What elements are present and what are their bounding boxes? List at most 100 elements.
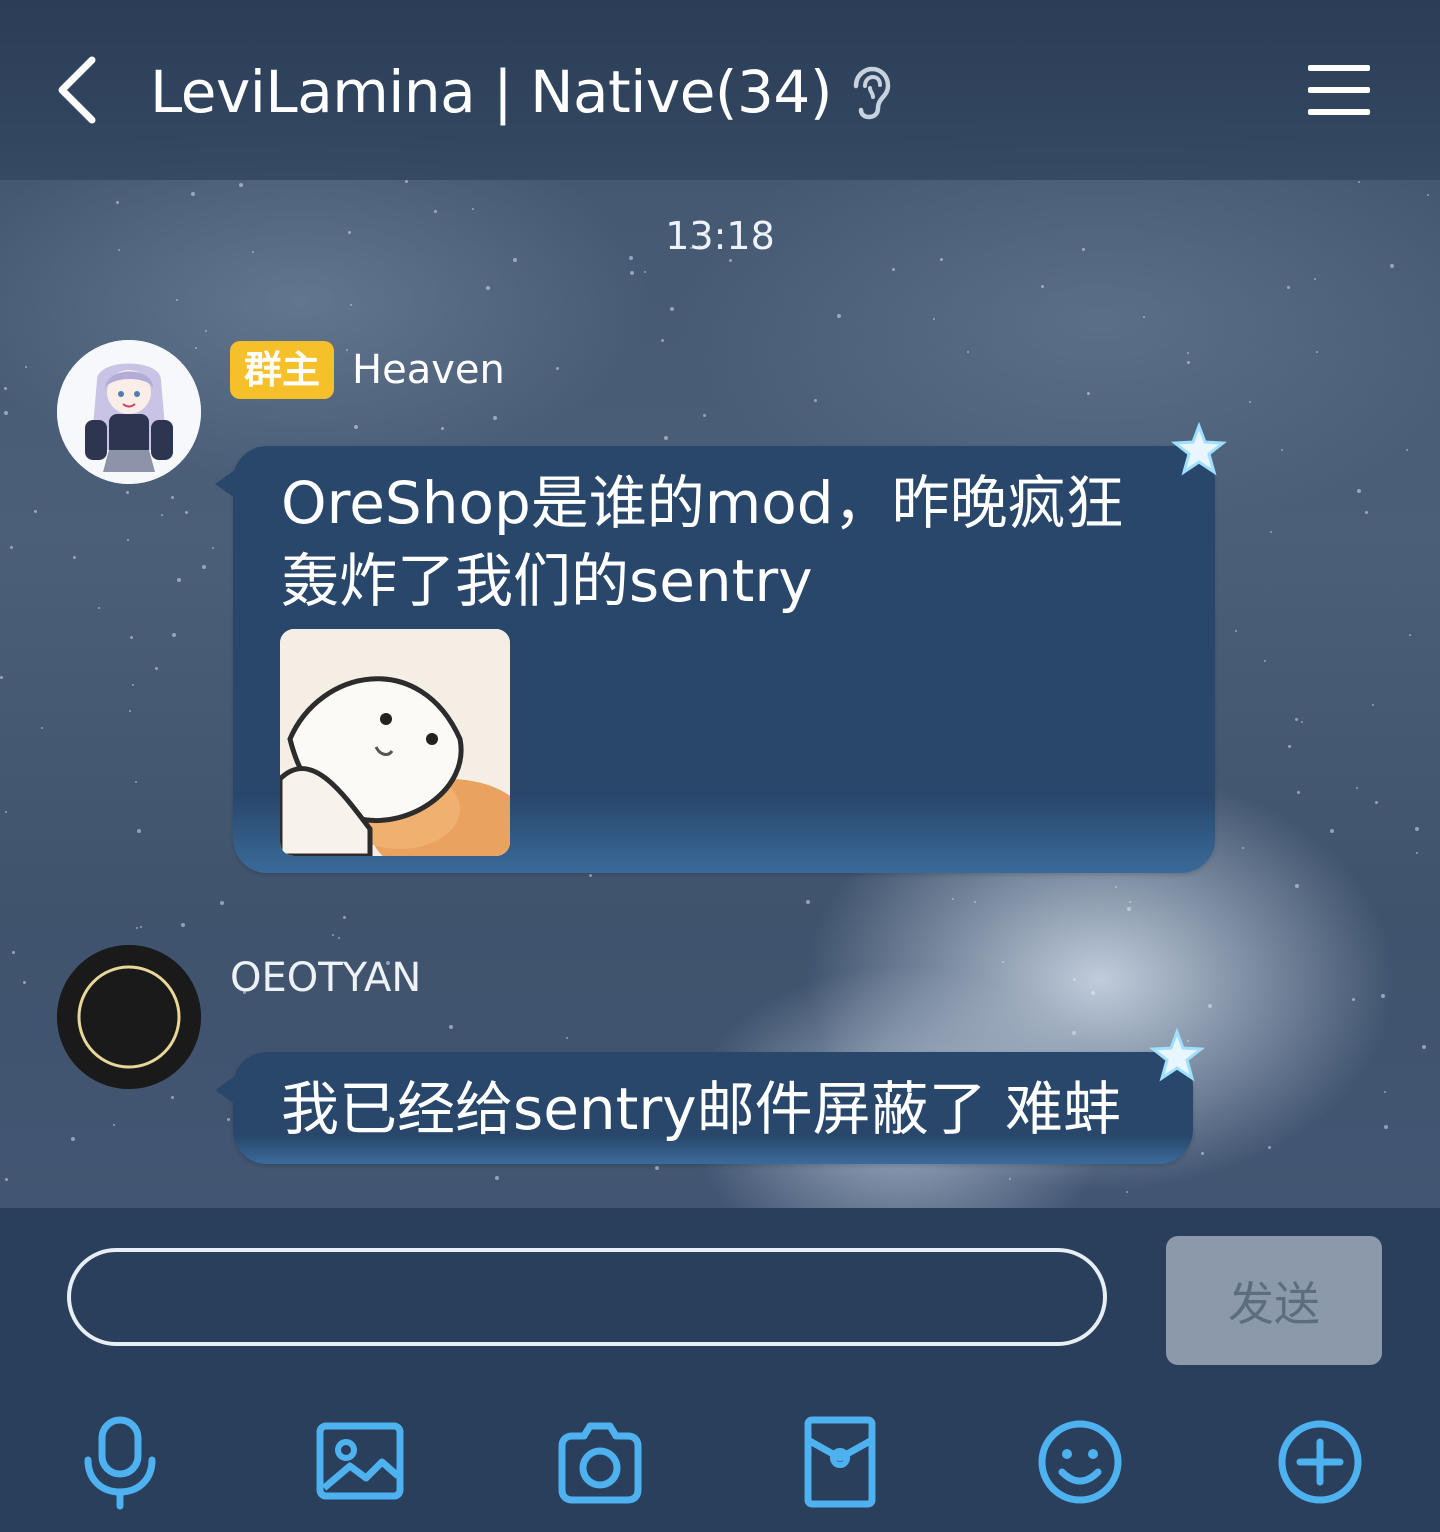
raindrop — [332, 934, 334, 936]
raindrop — [212, 547, 214, 549]
raindrop — [354, 425, 358, 429]
raindrop — [1384, 1091, 1386, 1093]
message-bubble[interactable]: 我已经给sentry邮件屏蔽了 难蚌 — [215, 1028, 1205, 1164]
sender-name[interactable]: Heaven — [352, 347, 505, 393]
raindrop — [239, 183, 243, 187]
raindrop — [449, 1025, 453, 1029]
raindrop — [1187, 361, 1190, 364]
raindrop — [1115, 886, 1117, 888]
message-text: OreShop是谁的mod，昨晚疯狂轰炸了我们的sentry — [281, 469, 1124, 615]
sticker-image[interactable] — [280, 629, 510, 856]
sender-row: OEOTYAN — [230, 950, 421, 1006]
raindrop — [1208, 1004, 1212, 1008]
raindrop — [1268, 1146, 1271, 1149]
raindrop — [176, 299, 178, 301]
raindrop — [556, 367, 559, 370]
raindrop — [1072, 1031, 1076, 1035]
raindrop — [1316, 351, 1318, 353]
raindrop — [1087, 392, 1090, 395]
avatar-ring-image — [57, 945, 201, 1089]
raindrop — [137, 829, 141, 833]
raindrop — [837, 314, 841, 318]
emoji-icon[interactable] — [1032, 1414, 1128, 1510]
raindrop — [1301, 721, 1303, 723]
raindrop — [1126, 1191, 1128, 1193]
raindrop — [1235, 630, 1237, 632]
raindrop — [566, 1037, 568, 1039]
raindrop — [5, 811, 7, 813]
raindrop — [185, 511, 188, 514]
raindrop — [1416, 852, 1418, 854]
chevron-left-icon[interactable] — [52, 52, 112, 128]
raindrop — [644, 271, 646, 273]
raindrop — [1356, 787, 1358, 789]
raindrop — [171, 496, 174, 499]
raindrop — [1358, 181, 1360, 183]
raindrop — [227, 1118, 230, 1121]
image-icon[interactable] — [312, 1414, 408, 1510]
raindrop — [1427, 194, 1429, 196]
raindrop — [116, 201, 119, 204]
raindrop — [1330, 829, 1334, 833]
raindrop — [940, 258, 943, 261]
raindrop — [1129, 901, 1131, 903]
raindrop — [181, 923, 185, 927]
raindrop — [10, 546, 13, 549]
microphone-icon[interactable] — [72, 1414, 168, 1510]
raindrop — [967, 351, 969, 353]
raindrop — [126, 491, 129, 494]
raindrop — [670, 307, 674, 311]
raindrop — [1242, 847, 1244, 849]
raindrop — [205, 330, 207, 332]
message-bubble[interactable]: OreShop是谁的mod，昨晚疯狂轰炸了我们的sentry — [215, 422, 1227, 873]
raindrop — [1288, 745, 1291, 748]
raindrop — [129, 710, 131, 712]
message-input[interactable] — [67, 1248, 1107, 1346]
raindrop — [814, 399, 817, 402]
raindrop — [1270, 531, 1272, 533]
raindrop — [486, 286, 490, 290]
raindrop — [113, 1124, 115, 1126]
raindrop — [1381, 994, 1385, 998]
hamburger-menu-icon[interactable] — [1306, 62, 1372, 118]
raindrop — [1295, 718, 1298, 721]
star-decoration-icon — [1149, 1028, 1205, 1082]
raindrop — [703, 414, 706, 417]
raindrop — [1406, 449, 1408, 451]
raindrop — [806, 900, 810, 904]
raindrop — [135, 781, 137, 783]
raindrop — [952, 898, 954, 900]
ear-icon[interactable] — [848, 66, 892, 120]
raindrop — [350, 304, 352, 306]
raindrop — [73, 556, 76, 559]
message-text: 我已经给sentry邮件屏蔽了 难蚌 — [281, 1075, 1122, 1143]
raindrop — [34, 510, 37, 513]
raindrop — [434, 210, 437, 213]
composer-bar: 发送 — [0, 1208, 1440, 1532]
raindrop — [1295, 884, 1299, 888]
sender-name[interactable]: OEOTYAN — [230, 955, 421, 1001]
raindrop — [1127, 907, 1131, 911]
raindrop — [1409, 634, 1411, 636]
send-button[interactable]: 发送 — [1166, 1236, 1382, 1365]
raindrop — [1073, 978, 1076, 981]
raindrop — [1365, 511, 1368, 514]
raindrop — [136, 927, 138, 929]
raindrop — [0, 676, 3, 679]
raindrop — [974, 901, 976, 903]
camera-icon[interactable] — [552, 1414, 648, 1510]
avatar[interactable] — [57, 340, 201, 484]
raindrop — [1009, 1178, 1011, 1180]
raindrop — [12, 951, 15, 954]
avatar[interactable] — [57, 945, 201, 1089]
chat-title[interactable]: LeviLamina | Native(34) — [150, 52, 832, 132]
raindrop — [1201, 1152, 1204, 1155]
group-owner-badge: 群主 — [230, 341, 335, 399]
raindrop — [1390, 264, 1394, 268]
red-packet-icon[interactable] — [792, 1414, 888, 1510]
raindrop — [25, 366, 27, 368]
raindrop — [495, 1176, 499, 1180]
plus-icon[interactable] — [1272, 1414, 1368, 1510]
raindrop — [1287, 286, 1290, 289]
raindrop — [933, 318, 935, 320]
